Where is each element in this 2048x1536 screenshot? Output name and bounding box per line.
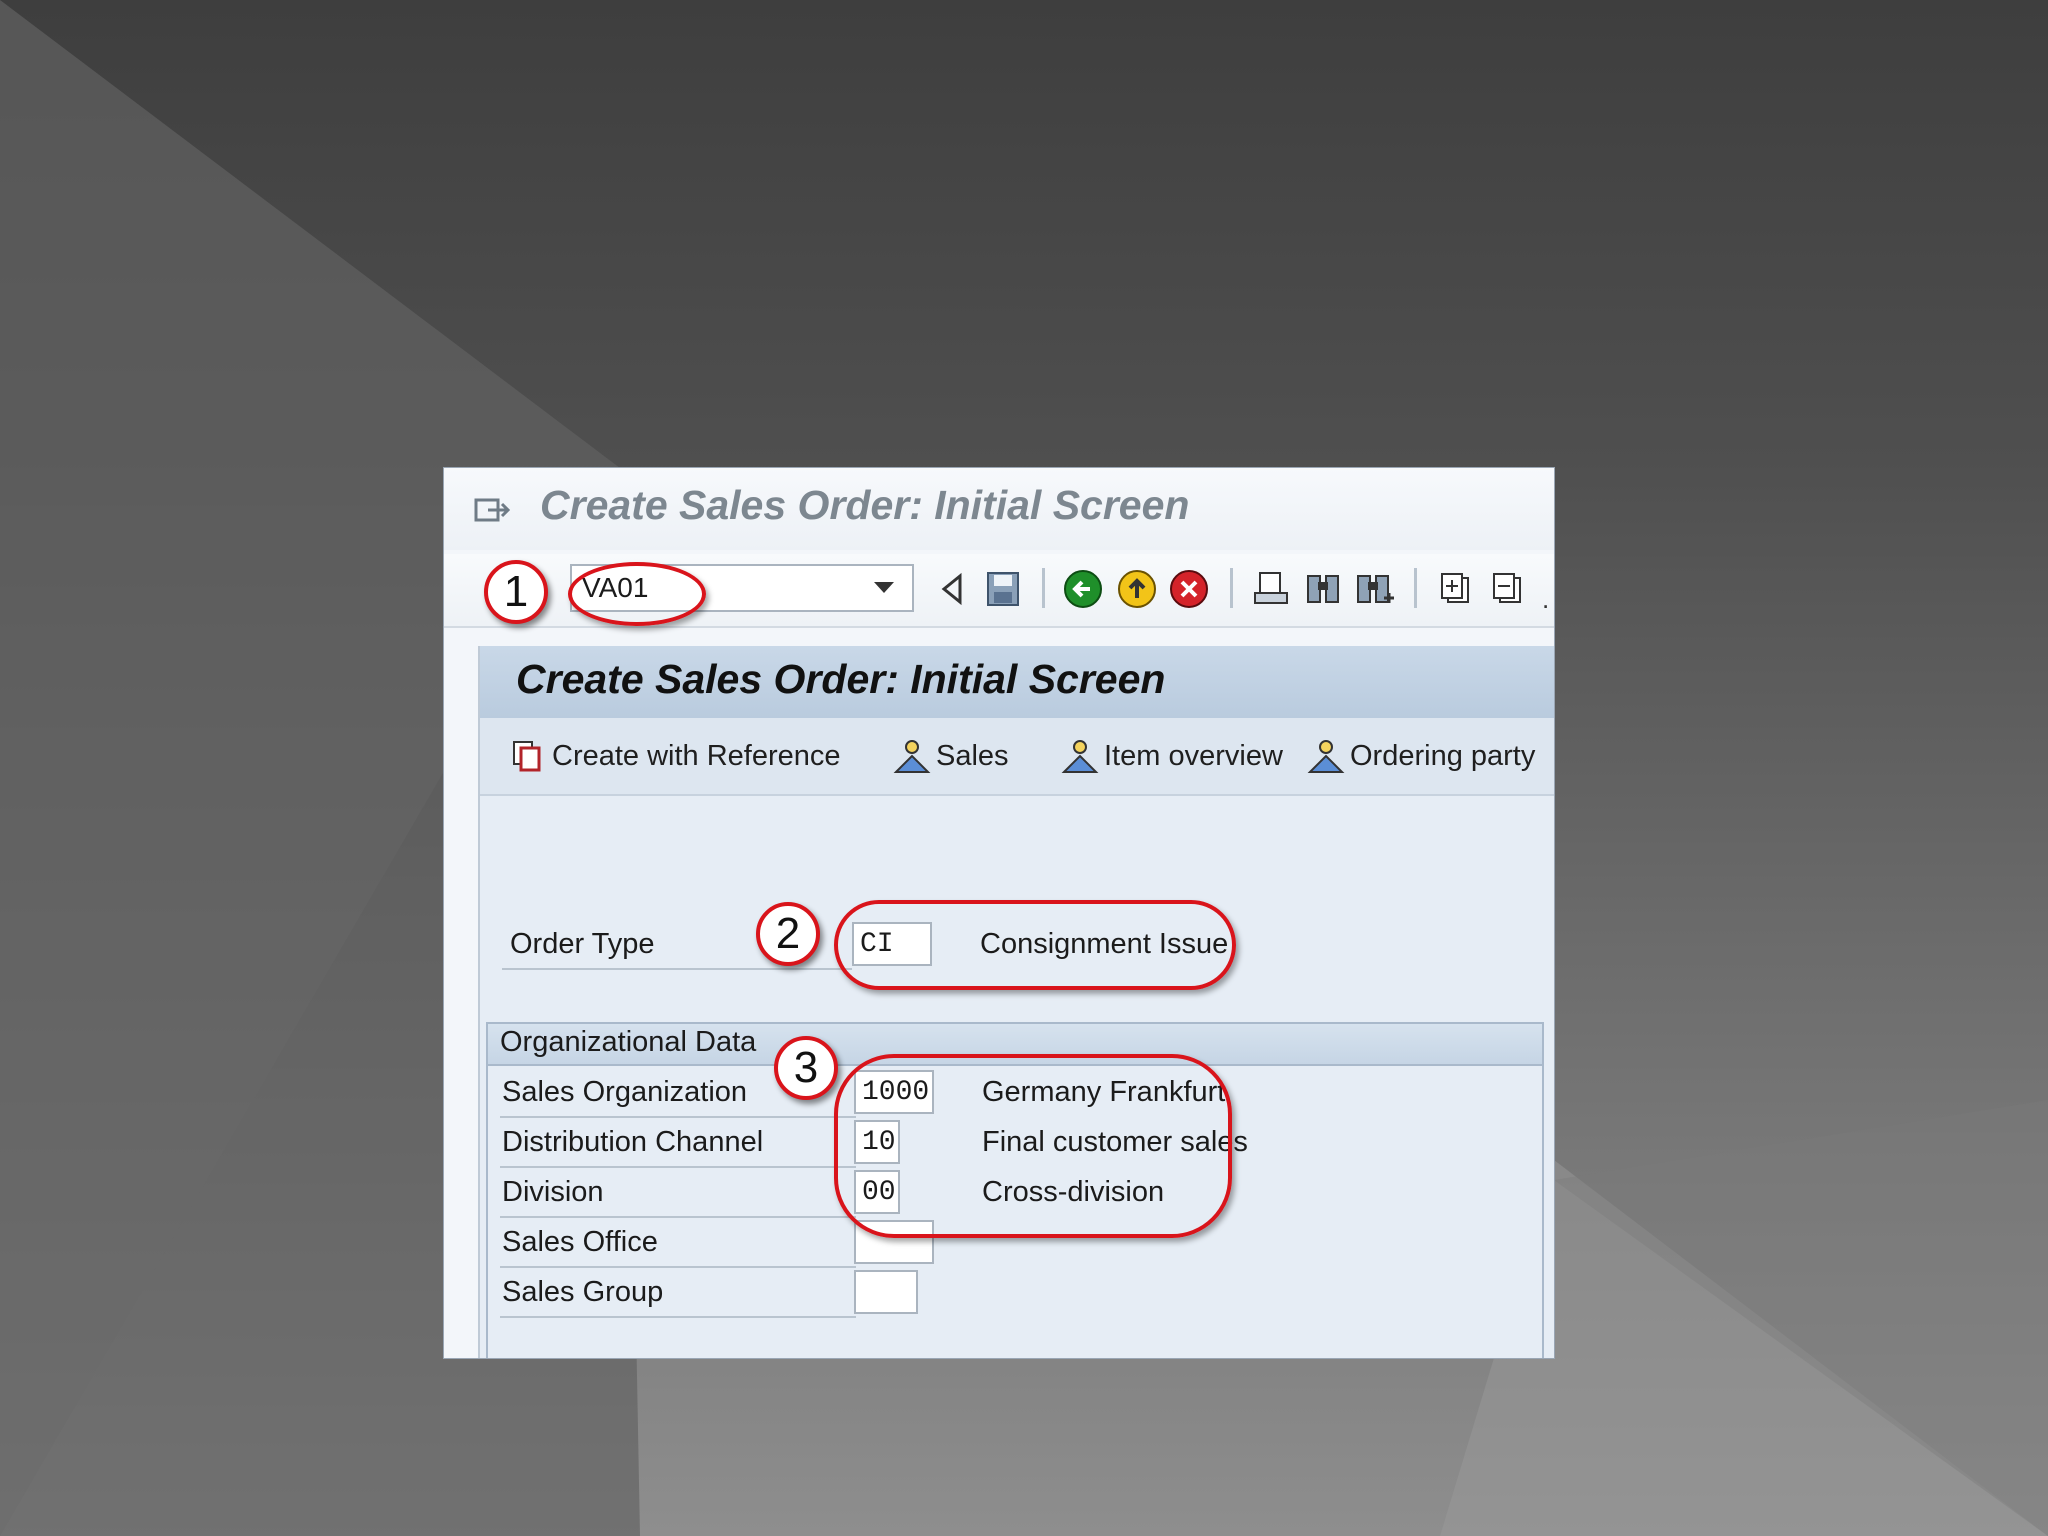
person-icon bbox=[893, 740, 931, 773]
order-type-label: Order Type bbox=[510, 928, 655, 960]
toolbar-separator bbox=[1230, 568, 1233, 608]
previous-page-icon[interactable] bbox=[1486, 568, 1528, 610]
app-header: Create Sales Order: Initial Screen bbox=[480, 646, 1554, 718]
ordering-party-button[interactable]: Ordering party bbox=[1306, 736, 1535, 776]
field-underline bbox=[500, 1116, 856, 1118]
application-area: Create Sales Order: Initial Screen Creat… bbox=[478, 646, 1554, 1358]
menu-icon[interactable] bbox=[474, 494, 510, 526]
sales-group-label: Sales Group bbox=[502, 1276, 664, 1308]
division-label: Division bbox=[502, 1176, 604, 1208]
step-1-marker: 1 bbox=[484, 560, 548, 624]
toolbar-separator bbox=[1414, 568, 1417, 608]
person-icon bbox=[1307, 740, 1345, 773]
application-toolbar: Create with Reference Sales Item overvie… bbox=[480, 718, 1554, 796]
sales-office-label: Sales Office bbox=[502, 1226, 658, 1258]
title-bar: Create Sales Order: Initial Screen bbox=[444, 468, 1554, 550]
find-icon[interactable] bbox=[1302, 568, 1344, 610]
sales-group-field[interactable] bbox=[854, 1270, 918, 1314]
print-icon[interactable] bbox=[1250, 568, 1292, 610]
green-back-icon[interactable] bbox=[1062, 568, 1104, 610]
person-icon bbox=[1061, 740, 1099, 773]
chevron-down-icon[interactable] bbox=[872, 578, 896, 596]
create-with-reference-label: Create with Reference bbox=[552, 739, 841, 772]
step-2-marker: 2 bbox=[756, 902, 820, 966]
copy-icon bbox=[513, 741, 541, 772]
exit-icon[interactable] bbox=[1116, 568, 1158, 610]
toolbar-overflow-icon[interactable]: . bbox=[1542, 584, 1549, 615]
step-3-marker: 3 bbox=[774, 1036, 838, 1100]
save-icon[interactable] bbox=[982, 568, 1024, 610]
field-underline bbox=[500, 1316, 856, 1318]
back-triangle-icon[interactable] bbox=[932, 568, 974, 610]
item-overview-button[interactable]: Item overview bbox=[1060, 736, 1283, 776]
item-overview-label: Item overview bbox=[1104, 739, 1283, 772]
annotation-box-order-type bbox=[834, 900, 1236, 990]
annotation-oval-command bbox=[568, 562, 706, 626]
create-with-reference-button[interactable]: Create with Reference bbox=[508, 736, 841, 776]
distribution-channel-label: Distribution Channel bbox=[502, 1126, 764, 1158]
find-next-icon[interactable] bbox=[1354, 568, 1396, 610]
sales-organization-label: Sales Organization bbox=[502, 1076, 748, 1108]
field-underline bbox=[502, 968, 852, 970]
sales-button[interactable]: Sales bbox=[892, 736, 1009, 776]
field-underline bbox=[500, 1166, 856, 1168]
window-title: Create Sales Order: Initial Screen bbox=[540, 482, 1190, 528]
group-title: Organizational Data bbox=[500, 1026, 757, 1058]
page-title: Create Sales Order: Initial Screen bbox=[516, 656, 1166, 702]
sales-label: Sales bbox=[936, 739, 1009, 772]
sap-window: Create Sales Order: Initial Screen VA01 bbox=[444, 468, 1554, 1358]
ordering-party-label: Ordering party bbox=[1350, 739, 1536, 772]
cancel-icon[interactable] bbox=[1168, 568, 1210, 610]
field-underline bbox=[500, 1216, 856, 1218]
toolbar-separator bbox=[1042, 568, 1045, 608]
field-underline bbox=[500, 1266, 856, 1268]
first-page-icon[interactable] bbox=[1434, 568, 1476, 610]
annotation-box-org-data bbox=[834, 1054, 1232, 1238]
